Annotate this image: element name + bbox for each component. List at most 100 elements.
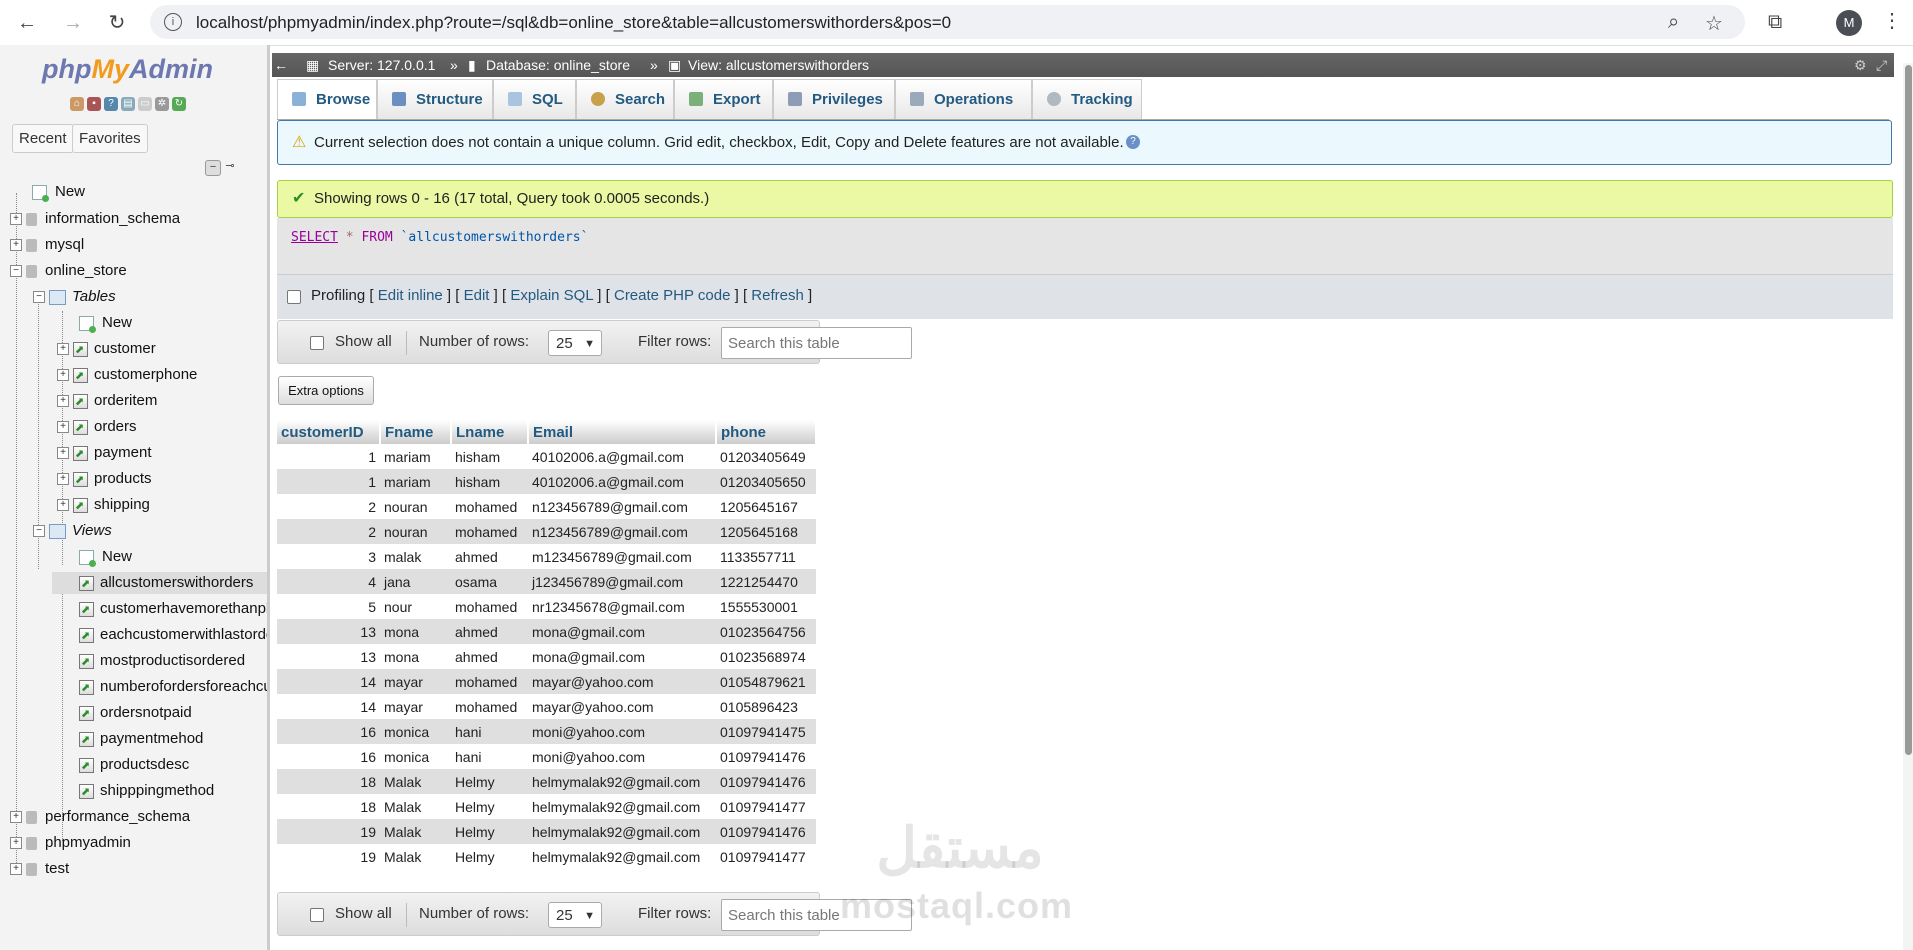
site-info-icon[interactable]: i: [164, 13, 182, 31]
reload-nav-icon[interactable]: ↻: [172, 97, 186, 111]
expand-icon[interactable]: +: [10, 837, 22, 849]
table-row[interactable]: 19 Malak Helmy helmymalak92@gmail.com 010979…: [277, 844, 816, 869]
tree-table-payment[interactable]: +payment: [57, 442, 152, 465]
tree-view-shipppingmethod[interactable]: shipppingmethod: [79, 780, 214, 803]
explain-sql-link[interactable]: Explain SQL: [510, 287, 593, 304]
tree-db-information-schema[interactable]: + information_schema: [10, 208, 180, 230]
tree-view-eachcustomerwithlastorde[interactable]: eachcustomerwithlastorde: [79, 624, 267, 647]
table-row[interactable]: 2 nouran mohamed n123456789@gmail.com 120564…: [277, 519, 816, 544]
column-header-fname[interactable]: Fname: [380, 420, 452, 444]
tab-browse[interactable]: Browse: [277, 79, 377, 119]
help-icon[interactable]: ?: [104, 97, 118, 111]
collapse-all-icon[interactable]: −: [205, 160, 221, 176]
edit-inline-link[interactable]: Edit inline: [378, 287, 443, 304]
tree-table-orders[interactable]: +orders: [57, 416, 137, 439]
collapse-nav-icon[interactable]: ←: [274, 53, 288, 77]
tree-table-shipping[interactable]: +shipping: [57, 494, 150, 517]
tab-export[interactable]: Export: [674, 79, 773, 119]
breadcrumb-server[interactable]: Server: 127.0.0.1: [328, 53, 435, 77]
maximize-icon[interactable]: ⤢: [1876, 53, 1887, 77]
table-row[interactable]: 1 mariam hisham 40102006.a@gmail.com 0120340…: [277, 444, 816, 469]
tree-view-allcustomerswithorders[interactable]: allcustomerswithorders: [52, 572, 267, 595]
table-row[interactable]: 19 Malak Helmy helmymalak92@gmail.com 010979…: [277, 819, 816, 844]
favorites-tab[interactable]: Favorites: [72, 124, 148, 153]
bookmark-star-icon[interactable]: ☆: [1705, 11, 1723, 36]
tree-view-paymentmehod[interactable]: paymentmehod: [79, 728, 203, 751]
reload-icon[interactable]: ↻: [104, 10, 130, 36]
table-row[interactable]: 16 monica hani moni@yahoo.com 01097941475: [277, 719, 816, 744]
edit-link[interactable]: Edit: [464, 287, 490, 304]
expand-icon[interactable]: +: [57, 447, 69, 459]
settings-icon[interactable]: ✲: [155, 97, 169, 111]
copy-icon[interactable]: ▭: [138, 97, 152, 111]
table-row[interactable]: 3 malak ahmed m123456789@gmail.com 113355771…: [277, 544, 816, 569]
show-all-checkbox-bottom[interactable]: [310, 908, 324, 922]
collapse-icon[interactable]: −: [10, 265, 22, 277]
tab-structure[interactable]: Structure: [377, 79, 493, 119]
expand-icon[interactable]: +: [57, 343, 69, 355]
url-text[interactable]: localhost/phpmyadmin/index.php?route=/sq…: [196, 13, 951, 33]
tree-view-numberofordersforeachcu[interactable]: numberofordersforeachcu: [79, 676, 267, 699]
gear-icon[interactable]: ⚙: [1854, 53, 1867, 77]
tab-sql[interactable]: SQL: [493, 79, 576, 119]
expand-icon[interactable]: +: [57, 473, 69, 485]
sql-query-text[interactable]: SELECT * FROM `allcustomerswithorders`: [291, 230, 588, 245]
table-row[interactable]: 14 mayar mohamed mayar@yahoo.com 01054879621: [277, 669, 816, 694]
column-header-phone[interactable]: phone: [716, 420, 817, 444]
table-row[interactable]: 2 nouran mohamed n123456789@gmail.com 120564…: [277, 494, 816, 519]
table-row[interactable]: 18 Malak Helmy helmymalak92@gmail.com 010979…: [277, 769, 816, 794]
tab-operations[interactable]: Operations: [895, 79, 1032, 119]
logout-icon[interactable]: ▪: [87, 97, 101, 111]
back-icon[interactable]: ←: [14, 10, 40, 36]
tree-table-customerphone[interactable]: +customerphone: [57, 364, 197, 387]
tree-db-phpmyadmin[interactable]: + phpmyadmin: [10, 832, 131, 854]
tree-table-customer[interactable]: +customer: [57, 338, 156, 361]
column-header-lname[interactable]: Lname: [451, 420, 529, 444]
table-row[interactable]: 13 mona ahmed mona@gmail.com 01023564756: [277, 619, 816, 644]
refresh-link[interactable]: Refresh: [751, 287, 804, 304]
show-all-checkbox[interactable]: [310, 336, 324, 350]
number-of-rows-select[interactable]: 25 ▼: [548, 330, 602, 356]
address-bar[interactable]: i localhost/phpmyadmin/index.php?route=/…: [150, 5, 1745, 39]
docs-icon[interactable]: ▤: [121, 97, 135, 111]
tab-search[interactable]: Search: [576, 79, 674, 119]
home-icon[interactable]: ⌂: [70, 97, 84, 111]
tree-view-ordersnotpaid[interactable]: ordersnotpaid: [79, 702, 192, 725]
phpmyadmin-logo[interactable]: phpMyAdmin: [42, 54, 213, 85]
tree-db-online-store[interactable]: − online_store: [10, 260, 127, 282]
zoom-icon[interactable]: ⌕: [1668, 11, 1679, 34]
tree-view-productsdesc[interactable]: productsdesc: [79, 754, 189, 777]
profiling-checkbox[interactable]: [287, 290, 301, 304]
profile-avatar[interactable]: M: [1836, 10, 1862, 36]
expand-icon[interactable]: +: [57, 421, 69, 433]
forward-icon[interactable]: →: [60, 10, 86, 36]
column-header-email[interactable]: Email: [528, 420, 717, 444]
recent-tab[interactable]: Recent: [12, 124, 74, 153]
tree-table-orderitem[interactable]: +orderitem: [57, 390, 157, 413]
expand-icon[interactable]: +: [10, 213, 22, 225]
table-row[interactable]: 16 monica hani moni@yahoo.com 01097941476: [277, 744, 816, 769]
tree-new-table[interactable]: New: [79, 312, 132, 334]
expand-icon[interactable]: +: [57, 395, 69, 407]
table-row[interactable]: 1 mariam hisham 40102006.a@gmail.com 0120340…: [277, 469, 816, 494]
extra-options-button[interactable]: Extra options: [278, 376, 374, 405]
tree-db-performance-schema[interactable]: + performance_schema: [10, 806, 190, 828]
table-row[interactable]: 13 mona ahmed mona@gmail.com 01023568974: [277, 644, 816, 669]
column-header-customerid[interactable]: customerID: [277, 420, 381, 444]
help-icon[interactable]: ?: [1126, 135, 1140, 149]
breadcrumb-database[interactable]: Database: online_store: [486, 53, 630, 77]
table-row[interactable]: 5 nour mohamed nr12345678@gmail.com 15555300…: [277, 594, 816, 619]
table-row[interactable]: 4 jana osama j123456789@gmail.com 1221254470: [277, 569, 816, 594]
table-row[interactable]: 18 Malak Helmy helmymalak92@gmail.com 010979…: [277, 794, 816, 819]
tree-db-test[interactable]: + test: [10, 858, 69, 880]
extensions-icon[interactable]: ⧉: [1768, 11, 1782, 34]
expand-icon[interactable]: +: [57, 369, 69, 381]
tree-db-mysql[interactable]: + mysql: [10, 234, 84, 256]
tree-new-database[interactable]: New: [32, 181, 85, 203]
collapse-icon[interactable]: −: [33, 291, 45, 303]
breadcrumb-view[interactable]: View: allcustomerswithorders: [688, 53, 869, 77]
tree-table-products[interactable]: +products: [57, 468, 152, 491]
tab-tracking[interactable]: Tracking: [1032, 79, 1142, 119]
expand-icon[interactable]: +: [57, 499, 69, 511]
tree-tables-folder[interactable]: − Tables: [33, 286, 116, 308]
